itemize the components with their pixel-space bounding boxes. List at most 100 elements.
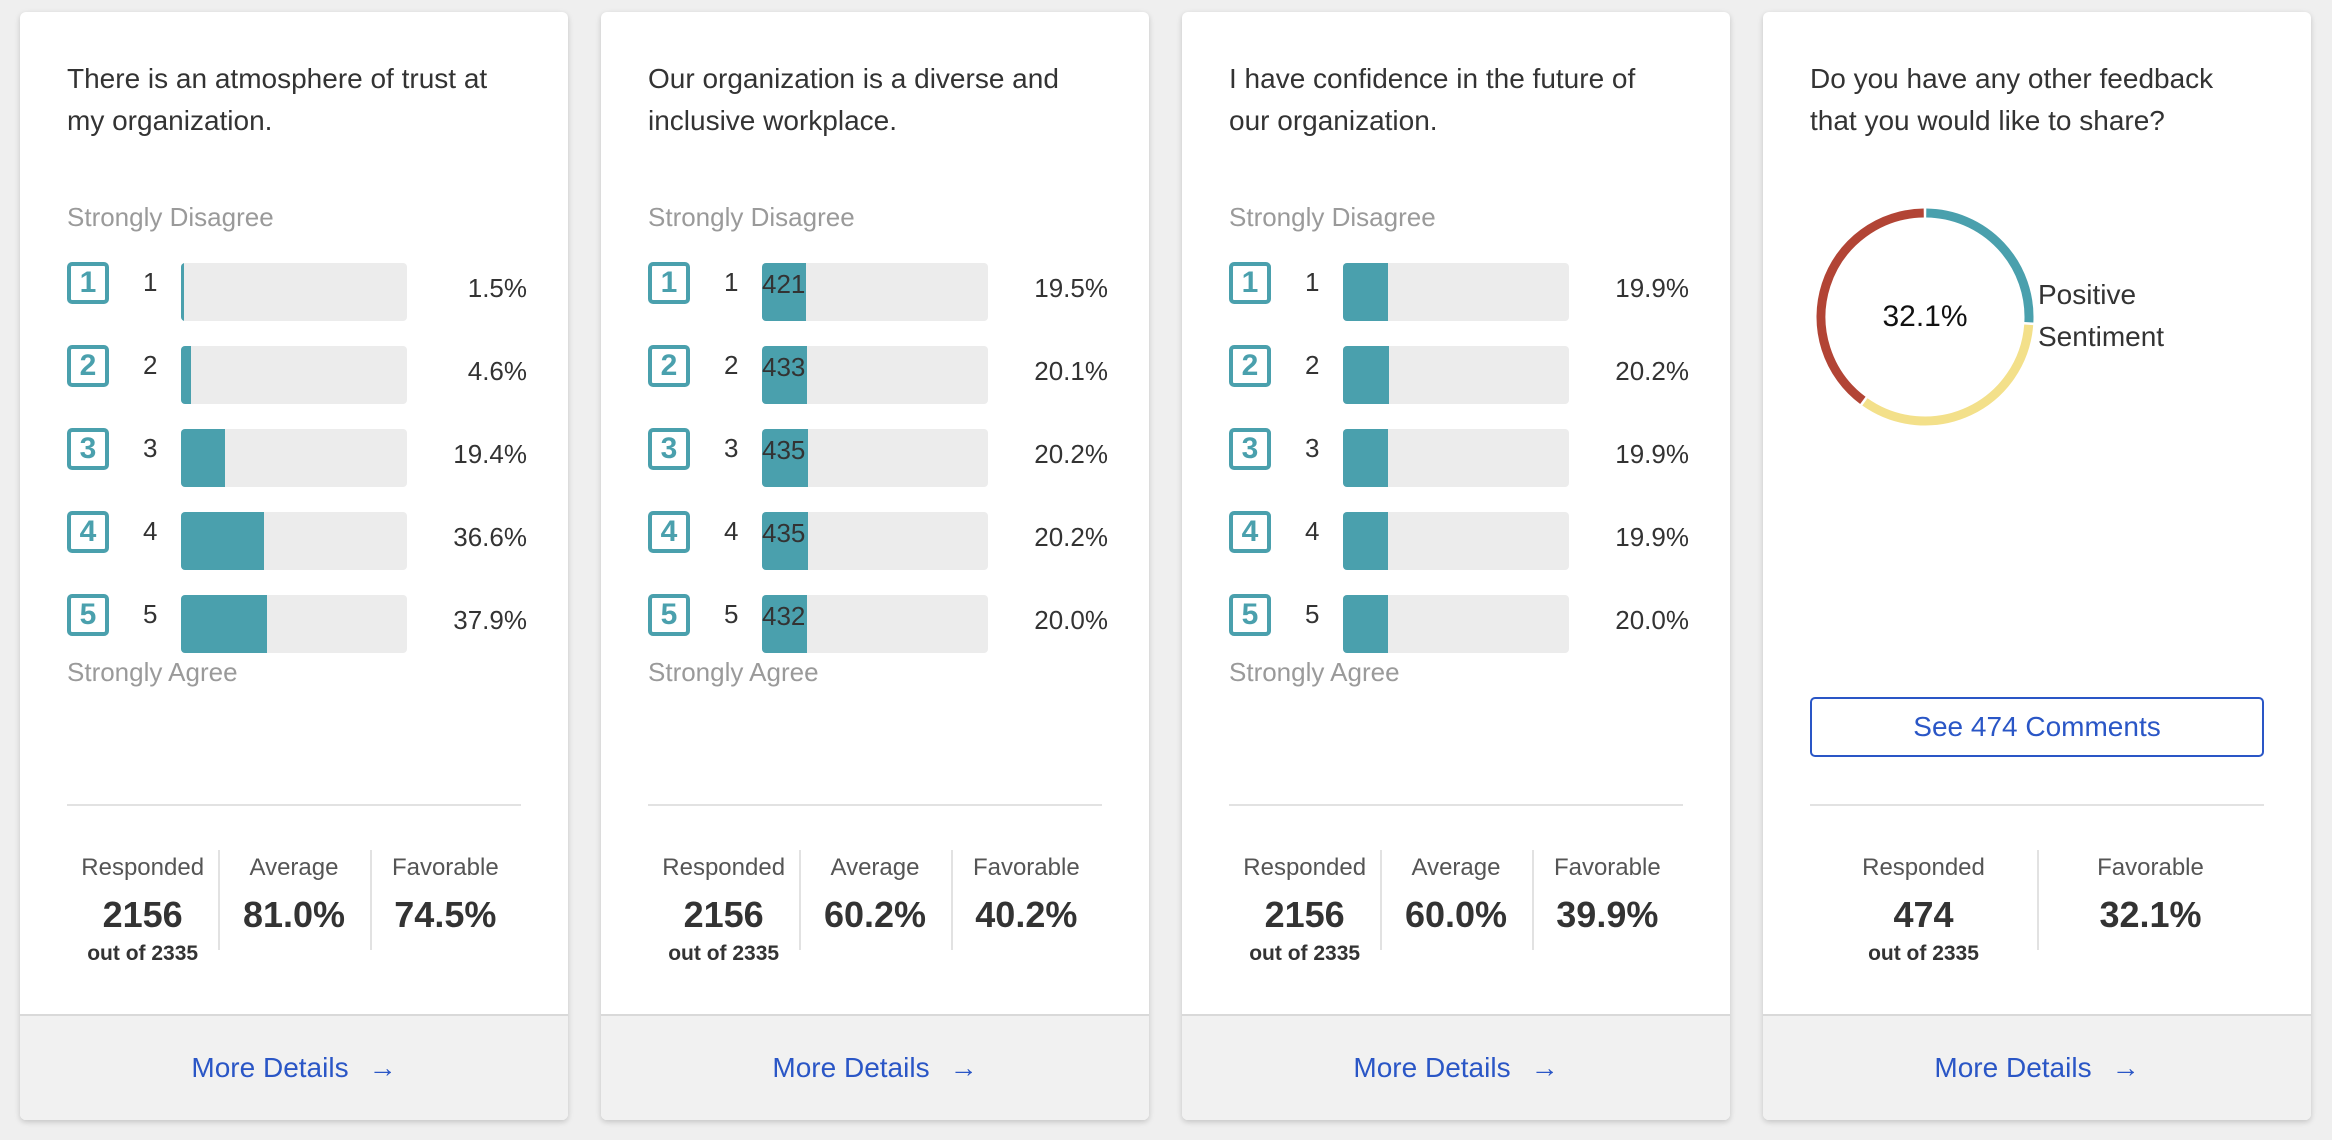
- donut-center-value: 32.1%: [1882, 300, 1968, 333]
- response-bar-fill: [1343, 512, 1388, 570]
- scale-number-badge: 1: [67, 262, 109, 304]
- stat-value: 39.9%: [1556, 894, 1659, 935]
- survey-cards: There is an atmosphere of trust at my or…: [0, 0, 2332, 1140]
- response-percent: 20.0%: [1615, 605, 1689, 635]
- response-percent: 1.5%: [467, 273, 527, 303]
- response-count: 432: [762, 601, 806, 631]
- stat-value: 2156: [683, 894, 764, 935]
- scale-number: 4: [724, 516, 739, 546]
- response-row: 2 2 20.2%: [1229, 333, 1689, 416]
- stat-label: Favorable: [972, 854, 1080, 881]
- scale-label-bottom: Strongly Agree: [1229, 657, 1400, 687]
- scale-number: 4: [143, 516, 158, 546]
- response-percent: 20.0%: [1034, 605, 1108, 635]
- scale-number-badge: 4: [648, 511, 690, 553]
- question-card-diversity: Our organization is a diverse and inclus…: [601, 12, 1149, 1120]
- response-row: 2 2 4.6%: [67, 333, 527, 416]
- stat-average: Average 60.0%: [1380, 842, 1531, 952]
- stats-row: Responded 474 out of 2335 Favorable 32.1…: [1810, 842, 2264, 965]
- scale-number-badge: 5: [67, 594, 109, 636]
- scale-number: 1: [143, 267, 158, 297]
- more-details-link[interactable]: More Details →: [601, 1014, 1149, 1120]
- stat-value: 32.1%: [2099, 894, 2202, 935]
- arrow-right-icon: →: [1530, 1052, 1559, 1083]
- scale-number: 2: [724, 350, 739, 380]
- scale-number: 3: [1305, 433, 1320, 463]
- response-percent: 20.2%: [1615, 356, 1689, 386]
- stat-value: 74.5%: [394, 894, 497, 935]
- stat-label: Responded: [1862, 854, 1985, 881]
- response-bar: [1343, 346, 1569, 404]
- stat-subtext: out of 2335: [1868, 942, 1979, 965]
- response-percent: 19.4%: [453, 439, 527, 469]
- response-count: 435: [762, 518, 806, 548]
- arrow-right-icon: →: [368, 1052, 397, 1083]
- response-bar: 421: [762, 263, 988, 321]
- scale-number: 2: [143, 350, 158, 380]
- response-bar: [1343, 512, 1569, 570]
- response-bar-fill: [1343, 346, 1389, 404]
- stat-subtext: out of 2335: [668, 942, 780, 965]
- more-details-link[interactable]: More Details →: [1182, 1014, 1730, 1120]
- stat-label: Average: [830, 854, 920, 881]
- response-row: 1 1 421 19.5%: [648, 250, 1108, 333]
- response-percent: 20.2%: [1034, 439, 1108, 469]
- response-bar-fill: [181, 263, 185, 321]
- sentiment-label-text: Positive Sentiment: [2038, 279, 2165, 352]
- stat-favorable: Favorable 32.1%: [2037, 842, 2264, 952]
- more-details-label: More Details: [1353, 1052, 1511, 1083]
- scale-number: 1: [724, 267, 739, 297]
- scale-label-top: Strongly Disagree: [67, 202, 274, 232]
- response-bar: [181, 346, 407, 404]
- stat-label: Responded: [662, 854, 786, 881]
- response-row: 5 5 432 20.0%: [648, 582, 1108, 665]
- more-details-label: More Details: [191, 1052, 349, 1083]
- scale-number-badge: 2: [67, 345, 109, 387]
- response-bar-fill: [1343, 595, 1389, 653]
- divider: [1229, 804, 1683, 806]
- stat-label: Responded: [1243, 854, 1367, 881]
- stat-favorable: Favorable 74.5%: [369, 842, 521, 952]
- sentiment-label: Positive Sentiment: [2038, 274, 2178, 358]
- scale-number-badge: 1: [648, 262, 690, 304]
- more-details-link[interactable]: More Details →: [1763, 1014, 2311, 1120]
- see-comments-button[interactable]: See 474 Comments: [1810, 697, 2264, 757]
- response-row: 3 3 435 20.2%: [648, 416, 1108, 499]
- scale-number-badge: 5: [1229, 594, 1271, 636]
- stat-subtext: out of 2335: [87, 942, 199, 965]
- scale-label-bottom: Strongly Agree: [67, 657, 238, 687]
- stat-value: 2156: [1264, 894, 1345, 935]
- stat-label: Favorable: [2097, 854, 2204, 881]
- response-bar-fill: [1343, 429, 1388, 487]
- scale-number-badge: 1: [1229, 262, 1271, 304]
- response-row: 5 5 37.9%: [67, 582, 527, 665]
- stat-responded: Responded 2156 out of 2335: [648, 842, 799, 965]
- more-details-label: More Details: [772, 1052, 930, 1083]
- response-bar: 435: [762, 512, 988, 570]
- response-bar-fill: [181, 512, 264, 570]
- divider: [67, 804, 521, 806]
- question-text: Do you have any other feedback that you …: [1810, 63, 2214, 136]
- question-text: There is an atmosphere of trust at my or…: [67, 63, 488, 136]
- scale-label-top: Strongly Disagree: [648, 202, 855, 232]
- scale-number-badge: 2: [1229, 345, 1271, 387]
- scale-number-badge: 3: [1229, 428, 1271, 470]
- scale-number-badge: 4: [1229, 511, 1271, 553]
- scale-label-top: Strongly Disagree: [1229, 202, 1436, 232]
- response-bar: [181, 595, 407, 653]
- stat-value: 40.2%: [975, 894, 1078, 935]
- scale-number: 3: [143, 433, 158, 463]
- response-percent: 19.9%: [1615, 273, 1689, 303]
- response-row: 4 4 36.6%: [67, 499, 527, 582]
- response-percent: 4.6%: [467, 356, 527, 386]
- question-card-trust: There is an atmosphere of trust at my or…: [20, 12, 568, 1120]
- response-row: 4 4 19.9%: [1229, 499, 1689, 582]
- stat-label: Favorable: [1553, 854, 1661, 881]
- response-bar: 433: [762, 346, 988, 404]
- response-percent: 37.9%: [453, 605, 527, 635]
- more-details-link[interactable]: More Details →: [20, 1014, 568, 1120]
- stat-value: 60.2%: [823, 894, 927, 935]
- arrow-right-icon: →: [2111, 1052, 2140, 1083]
- stat-favorable: Favorable 40.2%: [950, 842, 1102, 952]
- response-count: 421: [762, 269, 806, 299]
